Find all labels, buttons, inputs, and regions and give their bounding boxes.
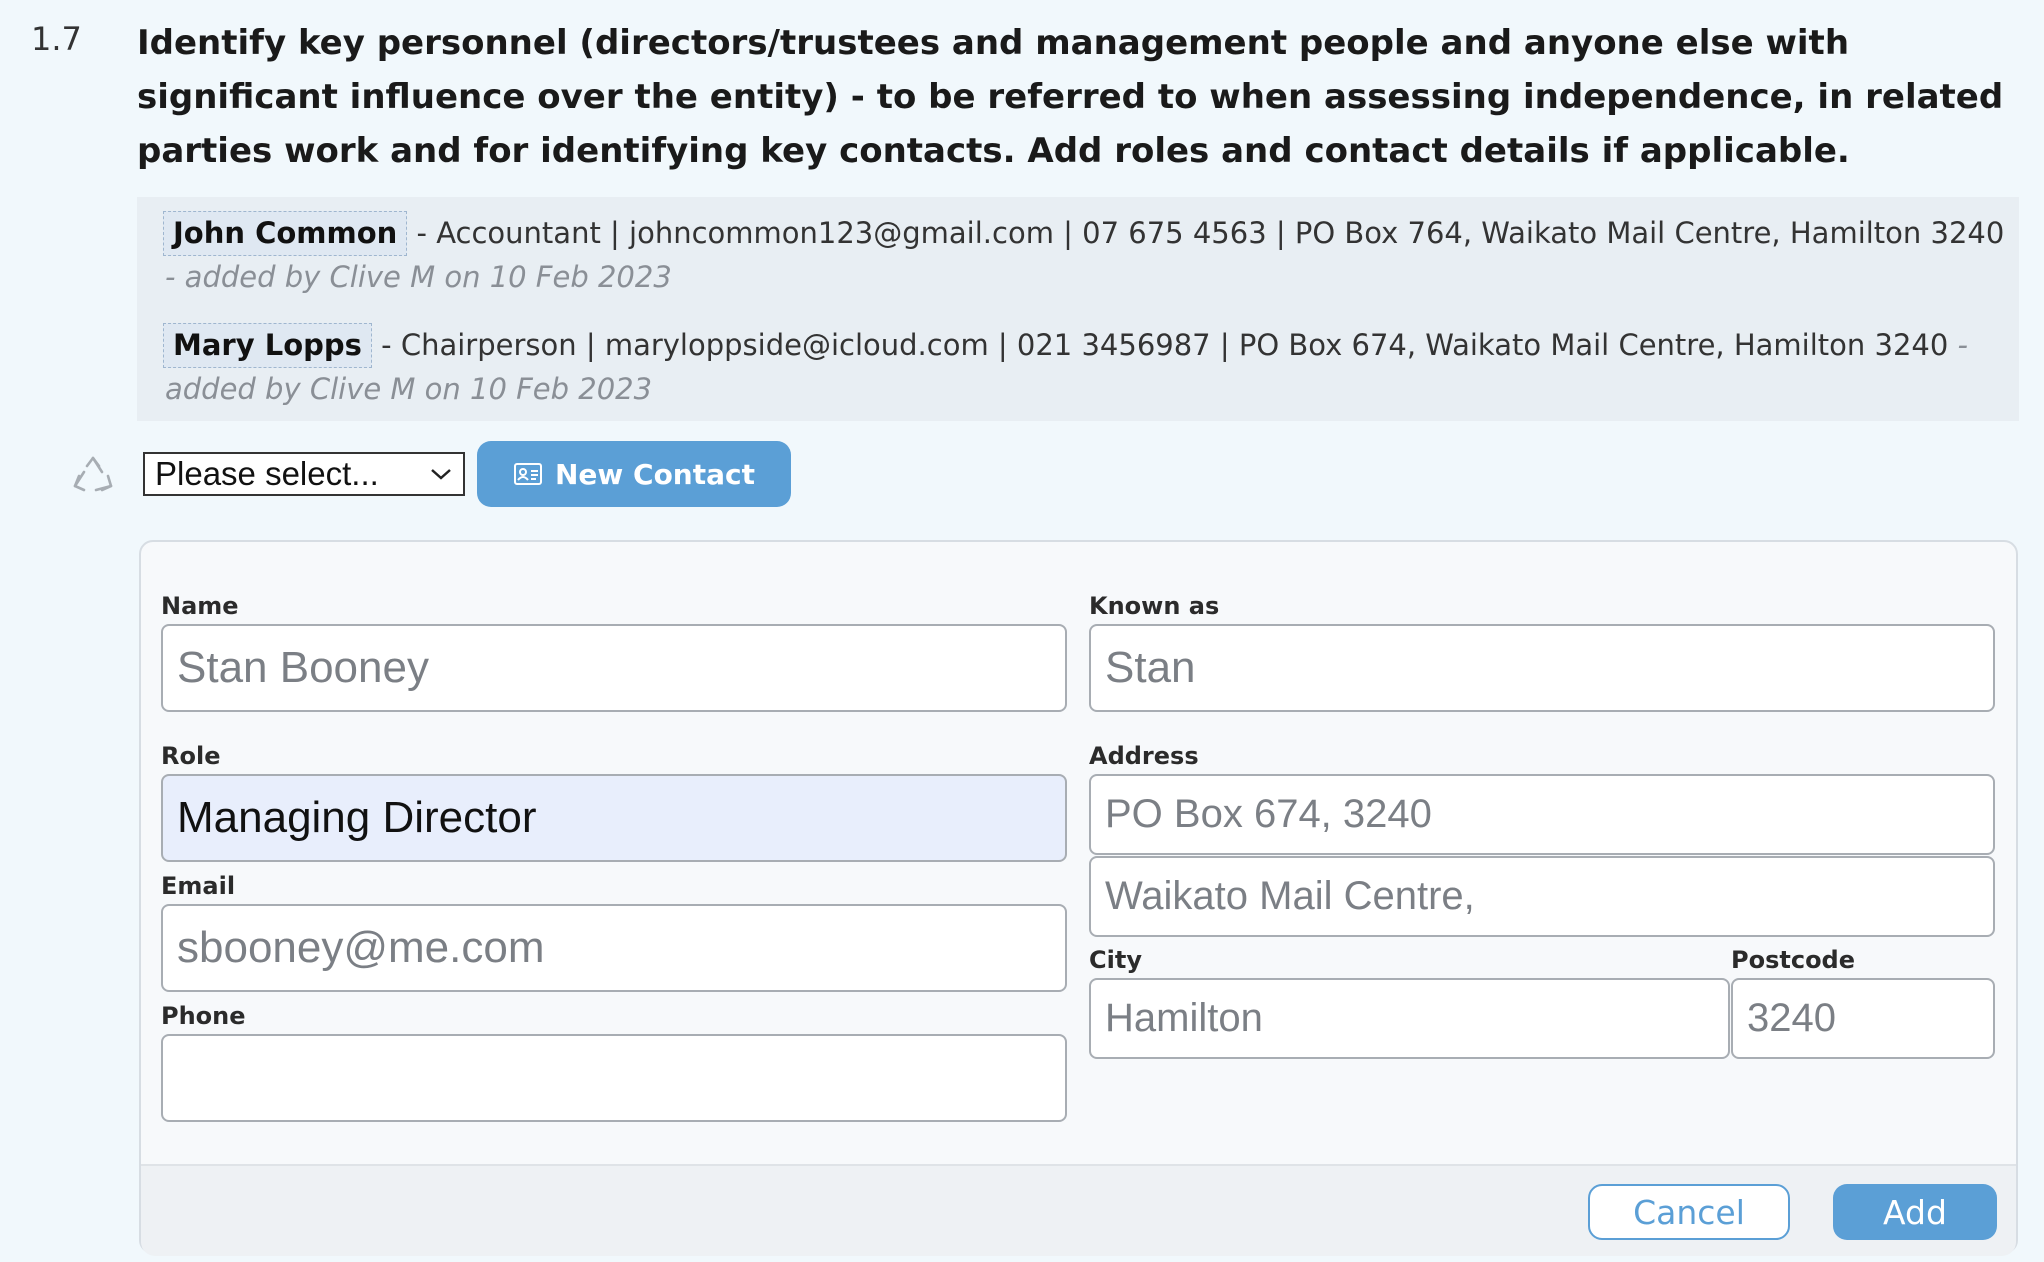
contact-select[interactable]: Please select... xyxy=(143,452,465,496)
personnel-details: - Chairperson | maryloppside@icloud.com … xyxy=(371,328,1958,362)
role-input[interactable]: Managing Director xyxy=(161,774,1067,862)
address-line2-input[interactable]: Waikato Mail Centre, xyxy=(1089,856,1995,937)
personnel-name[interactable]: Mary Lopps xyxy=(163,323,372,368)
city-input[interactable]: Hamilton xyxy=(1089,978,1730,1059)
add-button[interactable]: Add xyxy=(1833,1184,1997,1240)
known-as-input[interactable]: Stan xyxy=(1089,624,1995,712)
new-contact-form: Name Stan Booney Known as Stan Role Mana… xyxy=(139,540,2018,1256)
role-label: Role xyxy=(161,742,221,770)
name-input-value: Stan Booney xyxy=(177,643,429,692)
personnel-meta: - added by Clive M on 10 Feb 2023 xyxy=(165,260,672,294)
role-input-value: Managing Director xyxy=(177,793,537,842)
personnel-entry: Mary Lopps - Chairperson | maryloppside@… xyxy=(163,323,2005,411)
postcode-input-value: 3240 xyxy=(1747,996,1836,1040)
new-contact-button[interactable]: New Contact xyxy=(477,441,791,507)
phone-input[interactable] xyxy=(161,1034,1067,1122)
postcode-label: Postcode xyxy=(1731,946,1856,974)
email-label: Email xyxy=(161,872,236,900)
address-line1-value: PO Box 674, 3240 xyxy=(1105,792,1432,836)
postcode-input[interactable]: 3240 xyxy=(1731,978,1995,1059)
personnel-details: - Accountant | johncommon123@gmail.com |… xyxy=(407,216,2005,250)
city-input-value: Hamilton xyxy=(1105,996,1263,1040)
address-line2-value: Waikato Mail Centre, xyxy=(1105,874,1475,918)
personnel-name[interactable]: John Common xyxy=(163,211,408,256)
contact-select-value: Please select... xyxy=(155,455,379,492)
new-contact-label: New Contact xyxy=(554,457,756,491)
personnel-entry: John Common - Accountant | johncommon123… xyxy=(163,211,2005,299)
address-label: Address xyxy=(1089,742,1199,770)
name-input[interactable]: Stan Booney xyxy=(161,624,1067,712)
contact-card-icon xyxy=(513,463,542,485)
personnel-list: John Common - Accountant | johncommon123… xyxy=(137,197,2019,421)
cancel-button[interactable]: Cancel xyxy=(1588,1184,1790,1240)
name-label: Name xyxy=(161,592,239,620)
question-number: 1.7 xyxy=(31,20,82,58)
address-line1-input[interactable]: PO Box 674, 3240 xyxy=(1089,774,1995,855)
city-label: City xyxy=(1089,946,1142,974)
chevron-down-icon xyxy=(431,469,451,480)
known-as-label: Known as xyxy=(1089,592,1220,620)
known-as-input-value: Stan xyxy=(1105,643,1196,692)
form-footer: Cancel Add xyxy=(141,1164,2016,1256)
email-input-value: sbooney@me.com xyxy=(177,923,545,972)
phone-label: Phone xyxy=(161,1002,246,1030)
question-text: Identify key personnel (directors/truste… xyxy=(137,23,2004,171)
recycle-icon[interactable] xyxy=(70,454,116,500)
email-input[interactable]: sbooney@me.com xyxy=(161,904,1067,992)
